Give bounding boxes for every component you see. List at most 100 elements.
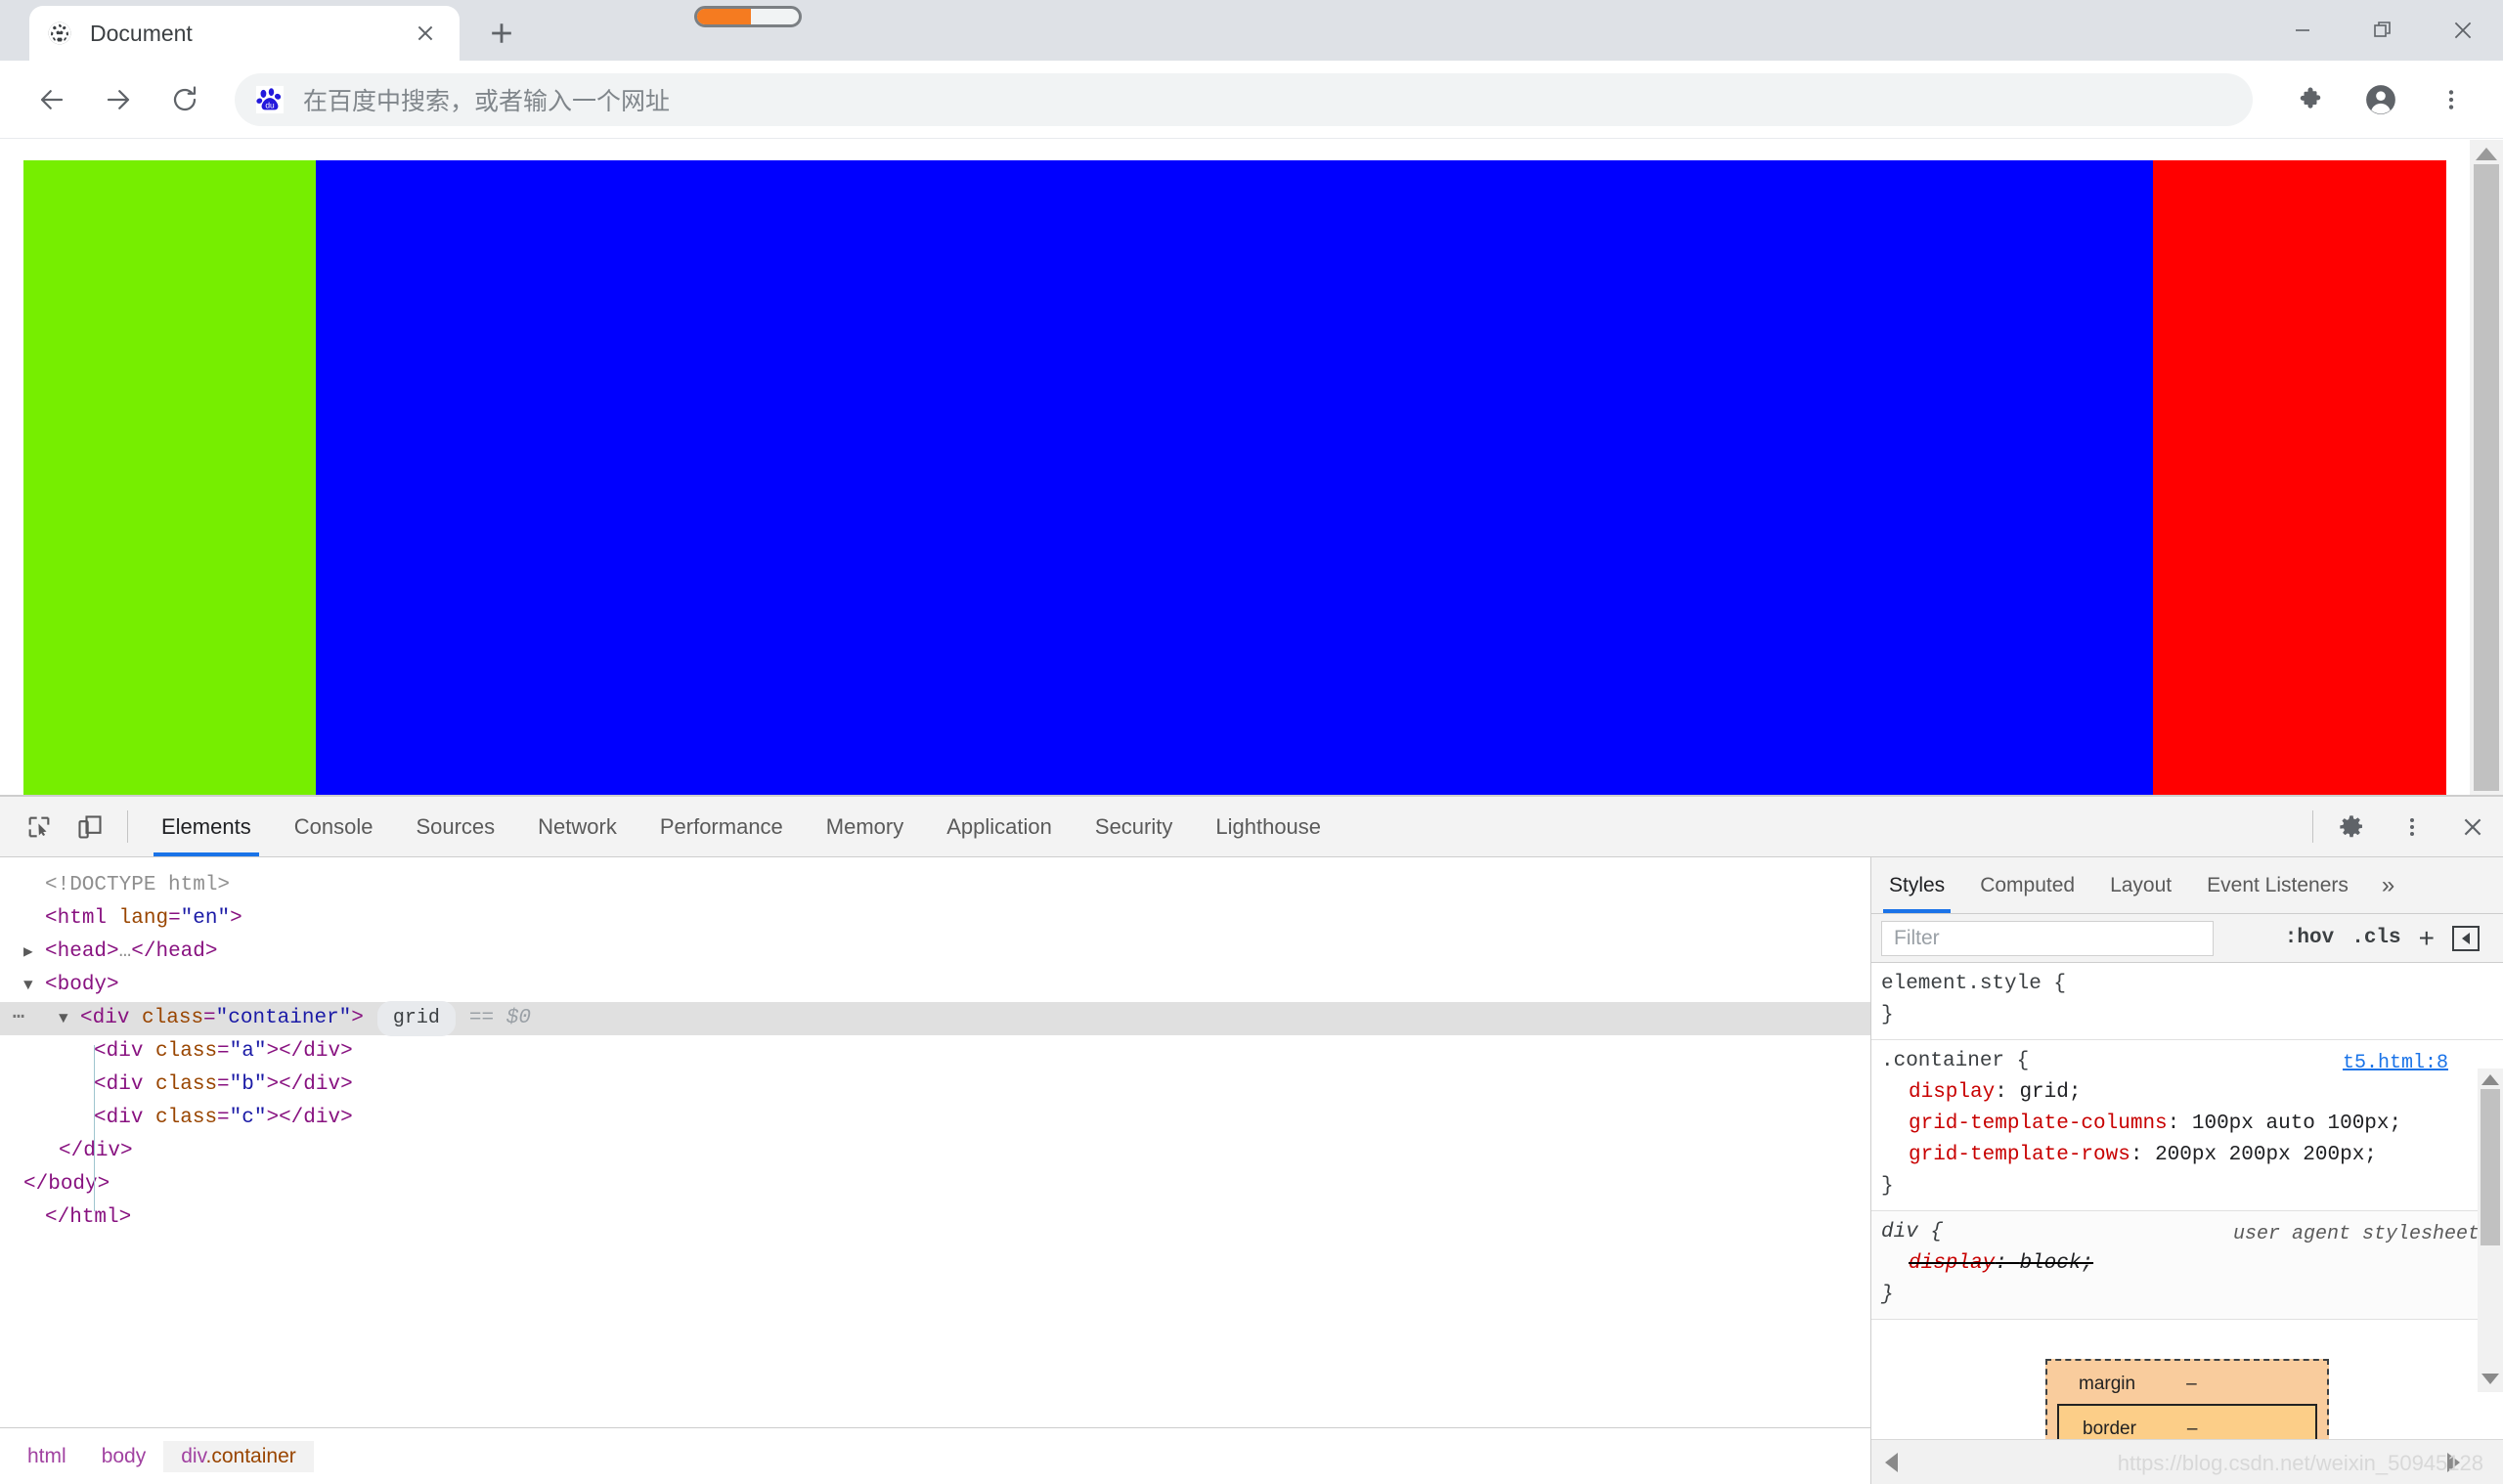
breadcrumb-item-body[interactable]: body [84,1441,164,1472]
reload-icon[interactable] [154,69,215,130]
settings-gear-icon[interactable] [2321,797,2382,856]
browser-tab[interactable]: Document [29,6,460,61]
tab-layout[interactable]: Layout [2092,857,2189,913]
grid-badge[interactable]: grid [376,1001,456,1036]
dom-tree[interactable]: <!DOCTYPE html> <html lang="en"> <head>…… [0,857,1870,1427]
tab-elements[interactable]: Elements [140,797,273,856]
styles-horizontal-scrollbar[interactable]: https://blog.csdn.net/weixin_50945128 [1871,1439,2503,1484]
box-model-border-value[interactable]: – [2187,1419,2198,1439]
tab-memory[interactable]: Memory [805,797,925,856]
dom-line-head[interactable]: <head>…</head> [0,936,1870,969]
styles-scroll-left-arrow-icon[interactable] [1885,1452,1898,1472]
forward-arrow-icon[interactable] [88,69,149,130]
grid-cell-b [316,160,2153,795]
tab-styles[interactable]: Styles [1871,857,1962,913]
restore-button[interactable] [2343,0,2423,61]
declaration-name: grid-template-columns [1909,1113,2168,1135]
style-rule-div-useragent[interactable]: div { user agent stylesheet display: blo… [1871,1211,2503,1320]
dom-line-doctype[interactable]: <!DOCTYPE html> [0,869,1870,902]
user-agent-stylesheet-label: user agent stylesheet [2232,1223,2480,1245]
dom-line-body-open[interactable]: <body> [0,969,1870,1002]
loading-progress-indicator [694,6,802,27]
style-rule-element-style[interactable]: element.style { } [1871,963,2503,1040]
styles-scroll-down-arrow-icon[interactable] [2481,1374,2499,1384]
dom-line-container-open[interactable]: ⋯ <div class="container"> grid == $0 [0,1001,1870,1036]
close-icon[interactable] [409,17,442,50]
dom-line-html-close[interactable]: </html > [0,1201,1870,1235]
styles-tabbar: Styles Computed Layout Event Listeners » [1871,857,2503,914]
declaration-grid-template-rows[interactable]: grid-template-rows: 200px 200px 200px; [1881,1140,2503,1171]
dom-line-child-a[interactable]: < div class = "a" ></div > [0,1035,1870,1069]
collapse-triangle-icon[interactable] [23,969,45,1002]
rule-source-link[interactable]: t5.html:8 [2343,1048,2448,1079]
close-button[interactable] [2423,0,2503,61]
declaration-display[interactable]: display: grid; [1881,1077,2503,1109]
styles-scrollbar-thumb[interactable] [2481,1089,2500,1245]
declaration-value: grid; [2019,1081,2082,1104]
dom-overflow-dots[interactable]: ⋯ [0,1002,39,1035]
rule-close-brace-div: } [1881,1284,1894,1306]
breadcrumb-item-html[interactable]: html [10,1441,84,1472]
styles-filter-input[interactable]: Filter [1881,920,2214,956]
dom-line-html-open[interactable]: < html lang = "en" > [0,902,1870,936]
tab-lighthouse[interactable]: Lighthouse [1194,797,1342,856]
account-avatar-icon[interactable] [2350,69,2411,130]
page-vertical-scrollbar[interactable] [2470,140,2503,795]
styles-rules-list[interactable]: element.style { } .container { t5.html:8… [1871,963,2503,1439]
tab-computed[interactable]: Computed [1962,857,2092,913]
inspect-element-icon[interactable] [14,797,65,856]
box-model-margin[interactable]: margin– border– padding [2045,1359,2329,1439]
styles-vertical-scrollbar[interactable] [2478,1069,2503,1392]
device-toolbar-icon[interactable] [65,797,115,856]
declaration-grid-template-columns[interactable]: grid-template-columns: 100px auto 100px; [1881,1109,2503,1140]
cls-toggle-button[interactable]: .cls [2351,927,2400,949]
puzzle-icon[interactable] [2280,69,2341,130]
devtools-body: <!DOCTYPE html> <html lang="en"> <head>…… [0,857,2503,1484]
html-tag-name: html [57,907,108,930]
styles-more-tabs-icon[interactable]: » [2366,857,2410,913]
minimize-button[interactable] [2262,0,2343,61]
collapse-triangle-icon-container[interactable] [59,1002,80,1035]
dom-line-container-close[interactable]: </div > [0,1135,1870,1168]
tab-console[interactable]: Console [273,797,395,856]
box-model-border[interactable]: border– padding [2057,1404,2317,1439]
grid-cell-a [23,160,316,795]
head-tag-name: head [57,940,108,963]
tab-application[interactable]: Application [925,797,1074,856]
dom-line-child-b[interactable]: < div class = "b" ></div > [0,1069,1870,1102]
dom-line-child-c[interactable]: < div class = "c" ></div > [0,1102,1870,1135]
styles-scroll-up-arrow-icon[interactable] [2481,1074,2499,1085]
toggle-sidebar-icon[interactable] [2452,925,2480,951]
globe-icon [47,21,72,46]
tab-performance[interactable]: Performance [638,797,805,856]
box-model-diagram: margin– border– padding [1871,1320,2503,1439]
browser-toolbar: du 在百度中搜索，或者输入一个网址 [0,61,2503,139]
styles-scroll-right-arrow-icon[interactable] [2447,1452,2460,1472]
tab-security[interactable]: Security [1074,797,1194,856]
new-style-rule-button[interactable]: + [2419,924,2435,952]
devtools-toolbar-right [2305,797,2503,856]
scrollbar-thumb[interactable] [2474,164,2499,791]
dom-line-body-close[interactable]: </body > [0,1168,1870,1201]
baidu-paw-icon: du [254,84,285,115]
hov-toggle-button[interactable]: :hov [2285,927,2334,949]
back-arrow-icon[interactable] [22,69,82,130]
expand-triangle-icon[interactable] [23,936,45,969]
window-controls [2262,0,2503,61]
new-tab-button[interactable] [479,11,524,56]
style-rule-container[interactable]: .container { t5.html:8 display: grid; gr… [1871,1040,2503,1211]
declaration-value: block; [2019,1252,2094,1275]
devtools-close-icon[interactable] [2442,797,2503,856]
head-close-tag-name: head [155,940,205,963]
three-dot-menu-icon[interactable] [2421,69,2481,130]
tab-network[interactable]: Network [516,797,638,856]
box-model-margin-value[interactable]: – [2186,1374,2197,1394]
scroll-up-arrow-icon[interactable] [2476,148,2497,160]
devtools-more-icon[interactable] [2382,797,2442,856]
declaration-display-disabled[interactable]: display: block; [1881,1248,2503,1280]
breadcrumb-item-div-container[interactable]: div.container [163,1440,314,1472]
toolbar-divider [127,810,128,843]
address-bar[interactable]: du 在百度中搜索，或者输入一个网址 [235,72,2253,126]
tab-sources[interactable]: Sources [394,797,516,856]
tab-event-listeners[interactable]: Event Listeners [2189,857,2366,913]
